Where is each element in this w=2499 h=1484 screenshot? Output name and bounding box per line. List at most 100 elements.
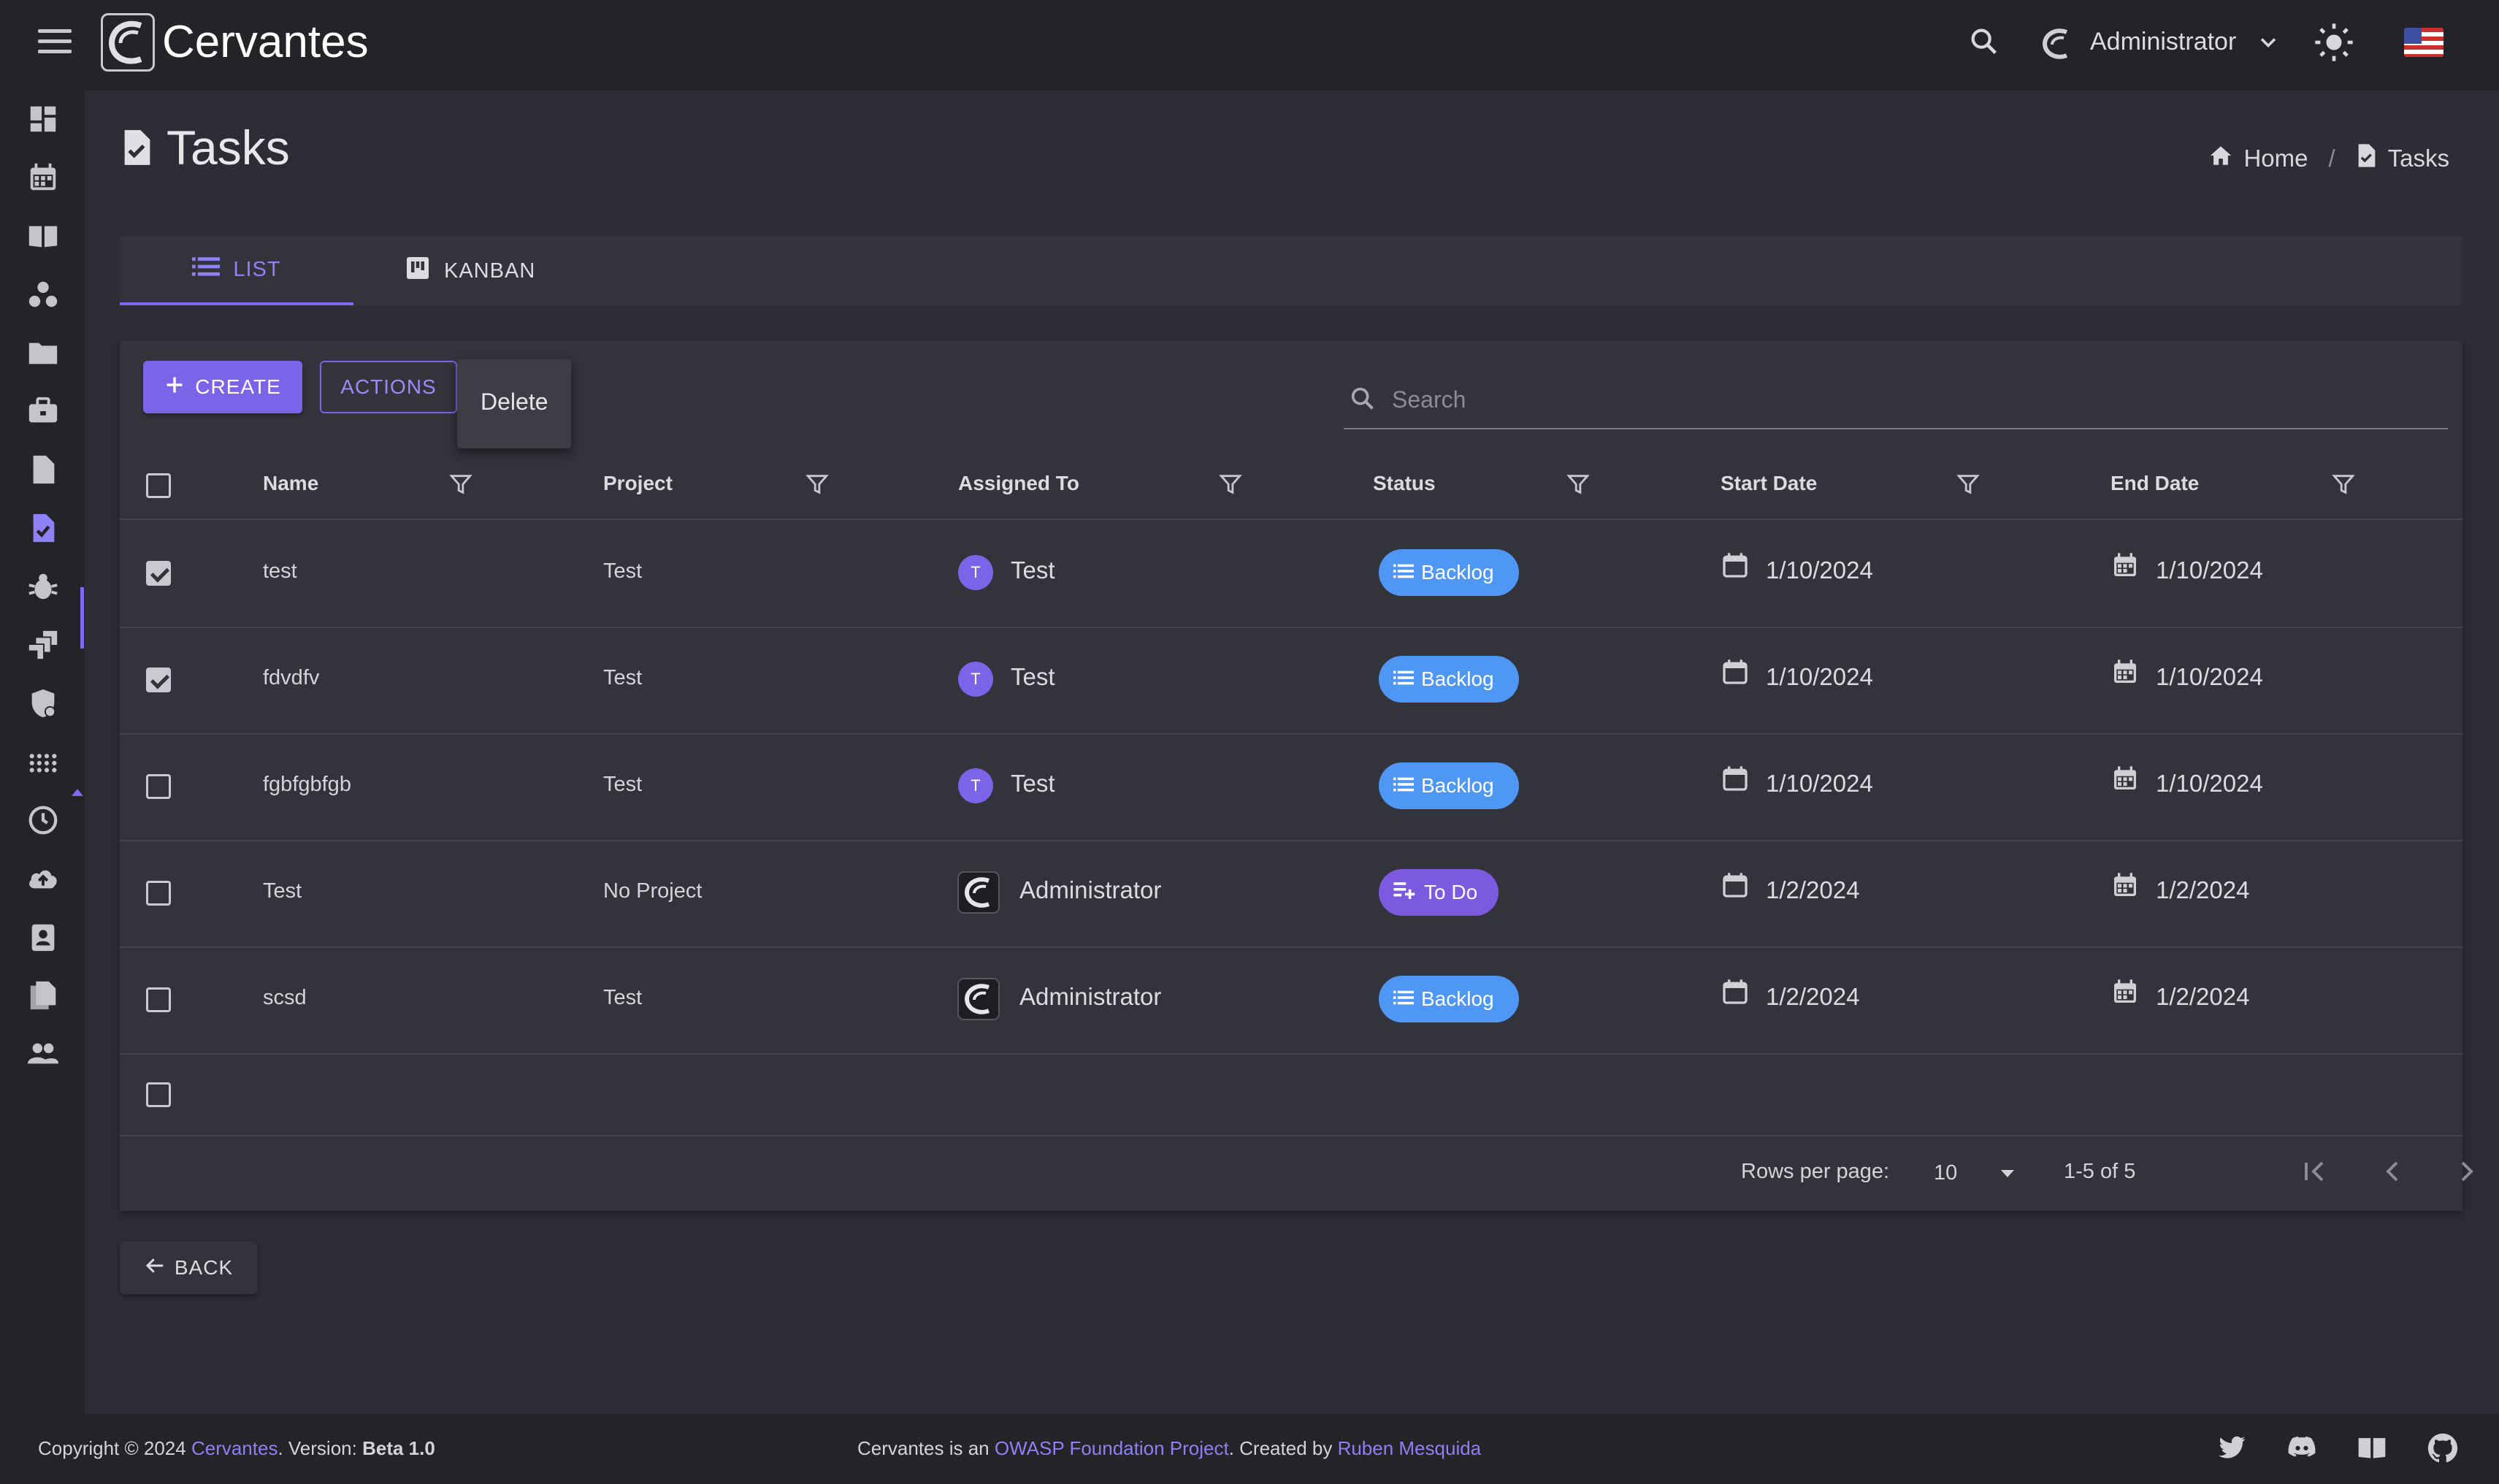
task-name[interactable]: Test bbox=[263, 879, 302, 903]
docs-book-icon[interactable] bbox=[2356, 1431, 2391, 1466]
task-name[interactable]: test bbox=[263, 559, 297, 584]
cloud-upload-icon[interactable] bbox=[26, 862, 60, 895]
breadcrumb-home[interactable]: Home bbox=[2243, 145, 2308, 172]
table-row[interactable]: Test No Project Administrator To Do 1/2/… bbox=[120, 840, 2462, 948]
row-checkbox[interactable] bbox=[146, 774, 171, 799]
status-badge: Backlog bbox=[1379, 976, 1519, 1022]
back-button[interactable]: BACK bbox=[120, 1242, 257, 1294]
document-icon[interactable] bbox=[26, 453, 60, 486]
previous-page-icon[interactable] bbox=[2375, 1154, 2410, 1189]
menu-icon[interactable] bbox=[38, 29, 72, 60]
avatar: T bbox=[958, 555, 993, 590]
author-link[interactable]: Ruben Mesquida bbox=[1338, 1437, 1482, 1459]
cervantes-link[interactable]: Cervantes bbox=[191, 1437, 278, 1459]
task-name[interactable]: fgbfgbfgb bbox=[263, 773, 351, 797]
dashboard-icon[interactable] bbox=[26, 102, 60, 136]
briefcase-icon[interactable] bbox=[26, 394, 60, 428]
book-icon[interactable] bbox=[26, 219, 60, 253]
column-header-name[interactable]: Name bbox=[263, 472, 318, 495]
folder-icon[interactable] bbox=[26, 336, 60, 370]
next-page-icon[interactable] bbox=[2449, 1154, 2484, 1189]
kanban-icon bbox=[405, 255, 431, 287]
twitter-icon[interactable] bbox=[2216, 1431, 2251, 1466]
actions-button[interactable]: ACTIONS bbox=[320, 361, 457, 413]
start-date: 1/10/2024 bbox=[1766, 556, 1873, 584]
sidebar-active-indicator bbox=[80, 587, 84, 649]
status-badge: To Do bbox=[1379, 869, 1499, 916]
rows-per-page-select[interactable]: 10 bbox=[1934, 1158, 2016, 1190]
files-icon[interactable] bbox=[26, 979, 60, 1012]
home-icon[interactable] bbox=[2208, 143, 2233, 174]
filter-icon[interactable] bbox=[1956, 472, 1981, 500]
filter-icon[interactable] bbox=[1566, 472, 1591, 500]
table-row[interactable]: fgbfgbfgb Test T Test Backlog 1/10/2024 … bbox=[120, 733, 2462, 841]
status-label: To Do bbox=[1424, 881, 1478, 903]
app-brand-name[interactable]: Cervantes bbox=[162, 16, 369, 68]
tab-list[interactable]: LIST bbox=[120, 237, 353, 305]
bug-icon[interactable] bbox=[26, 570, 60, 603]
column-header-project[interactable]: Project bbox=[603, 472, 673, 495]
owasp-link[interactable]: OWASP Foundation Project bbox=[995, 1437, 1229, 1459]
row-checkbox[interactable] bbox=[146, 987, 171, 1012]
task-name[interactable]: fdvdfv bbox=[263, 666, 319, 690]
start-date: 1/10/2024 bbox=[1766, 663, 1873, 690]
rows-per-page-value: 10 bbox=[1934, 1161, 1958, 1185]
footer-credits: Cervantes is an OWASP Foundation Project… bbox=[857, 1437, 1481, 1460]
column-header-start-date[interactable]: Start Date bbox=[1721, 472, 1817, 495]
actions-menu: Delete bbox=[457, 359, 571, 448]
column-header-status[interactable]: Status bbox=[1373, 472, 1436, 495]
jira-icon[interactable] bbox=[26, 628, 60, 662]
status-label: Backlog bbox=[1421, 774, 1494, 797]
row-checkbox[interactable] bbox=[146, 1082, 171, 1107]
bubble-chart-icon[interactable] bbox=[26, 278, 60, 311]
apps-icon[interactable] bbox=[26, 745, 60, 779]
plus-icon bbox=[164, 375, 185, 400]
list-icon bbox=[1393, 668, 1414, 691]
theme-toggle-sun-icon[interactable] bbox=[2314, 22, 2354, 66]
expand-caret-icon[interactable] bbox=[72, 789, 83, 796]
row-checkbox[interactable] bbox=[146, 668, 171, 692]
chevron-down-icon[interactable] bbox=[2255, 29, 2281, 59]
user-name[interactable]: Administrator bbox=[2090, 28, 2236, 56]
people-icon[interactable] bbox=[26, 1037, 60, 1071]
row-checkbox[interactable] bbox=[146, 561, 171, 586]
history-icon[interactable] bbox=[26, 803, 60, 837]
calendar-icon[interactable] bbox=[26, 161, 60, 194]
search-input[interactable] bbox=[1390, 381, 2416, 418]
table-row[interactable]: fdvdfv Test T Test Backlog 1/10/2024 1/1… bbox=[120, 627, 2462, 735]
task-project: Test bbox=[603, 666, 643, 689]
discord-icon[interactable] bbox=[2286, 1431, 2321, 1466]
table-row[interactable]: test Test T Test Backlog 1/10/2024 1/10/… bbox=[120, 520, 2462, 628]
filter-icon[interactable] bbox=[1218, 472, 1243, 500]
task-icon[interactable] bbox=[26, 511, 60, 545]
search-icon[interactable] bbox=[1967, 25, 2001, 62]
first-page-icon[interactable] bbox=[2297, 1154, 2332, 1189]
github-icon[interactable] bbox=[2426, 1431, 2461, 1466]
filter-icon[interactable] bbox=[2331, 472, 2356, 500]
rows-per-page-label: Rows per page: bbox=[1741, 1160, 1890, 1183]
caret-down-icon bbox=[2001, 1170, 2014, 1177]
column-header-end-date[interactable]: End Date bbox=[2110, 472, 2199, 495]
shield-icon[interactable] bbox=[26, 686, 60, 720]
tab-kanban[interactable]: KANBAN bbox=[405, 237, 535, 305]
row-checkbox[interactable] bbox=[146, 881, 171, 906]
tab-kanban-label: KANBAN bbox=[444, 259, 536, 283]
copyright-text: Copyright © 2024 bbox=[38, 1437, 191, 1459]
column-header-assigned-to[interactable]: Assigned To bbox=[958, 472, 1079, 495]
table-row[interactable]: scsd Test Administrator Backlog 1/2/2024… bbox=[120, 946, 2462, 1055]
user-avatar[interactable] bbox=[2037, 25, 2075, 63]
end-date: 1/2/2024 bbox=[2156, 983, 2250, 1010]
task-name[interactable]: scsd bbox=[263, 986, 307, 1010]
version-value: Beta 1.0 bbox=[362, 1437, 435, 1459]
delete-menu-item[interactable]: Delete bbox=[481, 389, 548, 416]
contact-icon[interactable] bbox=[26, 920, 60, 954]
calendar-icon bbox=[1721, 657, 1750, 690]
create-button[interactable]: CREATE bbox=[143, 361, 302, 413]
filter-icon[interactable] bbox=[448, 472, 473, 500]
select-all-checkbox[interactable] bbox=[146, 473, 171, 498]
sidebar bbox=[0, 91, 85, 1414]
page-range: 1-5 of 5 bbox=[2064, 1160, 2136, 1183]
us-flag-icon[interactable] bbox=[2404, 28, 2443, 57]
cervantes-logo-icon bbox=[957, 871, 1000, 914]
filter-icon[interactable] bbox=[805, 472, 830, 500]
